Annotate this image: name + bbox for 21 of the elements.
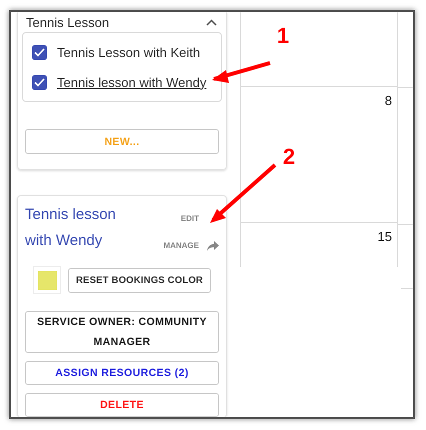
calendar-label[interactable]: Tennis Lesson with Keith	[57, 44, 200, 60]
color-swatch[interactable]	[33, 266, 61, 294]
calendar-label[interactable]: Tennis lesson with Wendy	[57, 74, 206, 90]
checkbox[interactable]	[32, 74, 47, 90]
edit-link[interactable]: EDIT	[180, 214, 199, 222]
day-number: 8	[384, 93, 392, 108]
service-owner-button[interactable]: SERVICE OWNER: COMMUNITY MANAGER	[25, 311, 219, 353]
callout-arrow	[210, 164, 276, 223]
manage-link[interactable]: MANAGE	[163, 241, 199, 250]
callout-number: 1	[276, 23, 290, 49]
service-title: Tennis lesson with Wendy	[25, 205, 117, 251]
group-title: Tennis Lesson	[26, 14, 110, 30]
day-number: 15	[378, 229, 392, 244]
checkbox[interactable]	[32, 44, 47, 60]
assign-resources-button[interactable]: ASSIGN RESOURCES (2)	[25, 361, 219, 385]
share-icon[interactable]	[207, 240, 219, 250]
delete-button[interactable]: DELETE	[25, 393, 219, 417]
reset-color-button[interactable]: RESET BOOKINGS COLOR	[68, 268, 211, 292]
callout-arrow	[212, 61, 271, 83]
callout-number: 2	[282, 144, 296, 170]
chevron-icon[interactable]	[206, 19, 217, 26]
